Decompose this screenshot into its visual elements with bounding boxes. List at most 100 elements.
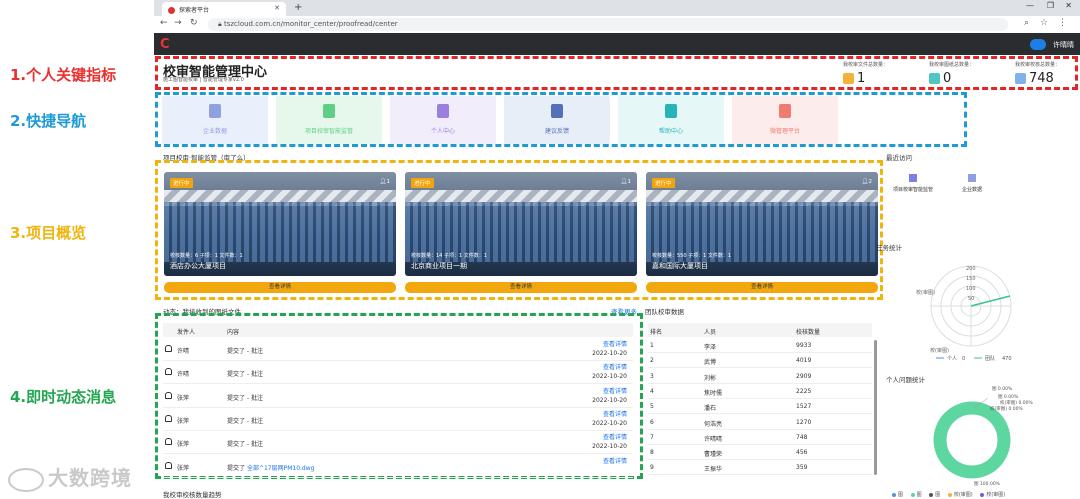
kpi-icon — [843, 73, 854, 84]
back-icon[interactable]: ← — [160, 18, 168, 28]
project-name: 嘉和国际大厦项目 — [652, 262, 708, 270]
nav-card[interactable]: 帮助中心 — [618, 96, 724, 144]
menu-icon[interactable]: ⋮ — [1058, 18, 1067, 28]
legend-team: 团队 — [985, 355, 995, 362]
nav-card[interactable]: 个人中心 — [390, 96, 496, 144]
team-scrollbar[interactable] — [874, 340, 877, 475]
kpi-label: 我校审图纸总数量： — [929, 62, 975, 68]
team-count: 359 — [796, 464, 808, 472]
monitor-icon — [909, 174, 917, 182]
team-rank: 9 — [650, 464, 654, 472]
feed-sender: 张萍 — [177, 441, 190, 449]
feed-detail-link[interactable]: 查看详情 — [603, 432, 627, 441]
kpi-item: 我校审校核总数量： 748 — [1015, 61, 1080, 86]
feed-date: 2022-10-20 — [592, 350, 627, 357]
radar-tick: 200 — [966, 266, 976, 272]
annotation-projects: 3.项目概览 — [10, 224, 87, 242]
view-details-button[interactable]: 查看详情 — [164, 282, 396, 293]
feed-detail-link[interactable]: 查看详情 — [603, 339, 627, 348]
team-person: 许晴晴 — [704, 435, 723, 443]
feed-content: 提交了 - 批注 — [227, 394, 263, 402]
view-details-button[interactable]: 查看详情 — [646, 282, 878, 293]
bell-icon — [165, 461, 172, 469]
watermark-logo-icon — [8, 467, 44, 492]
feed-sender: 张萍 — [177, 394, 190, 402]
close-window-icon[interactable]: ✕ — [1065, 1, 1072, 10]
user-name[interactable]: 许晴晴 — [1053, 40, 1074, 50]
feed-row: 张萍 提交了 - 批注 查看详情 2022-10-20 — [163, 431, 633, 455]
team-person: 潘石 — [704, 405, 717, 413]
nav-card-icon — [551, 104, 563, 118]
donut-ring — [933, 401, 1011, 479]
building-icon — [968, 174, 976, 182]
browser-tab[interactable]: 探索者平台 ✕ — [162, 2, 286, 16]
nav-card[interactable]: 项目校审智能监管 — [276, 96, 382, 144]
project-card[interactable]: 进行中 👤︎1 校核数量：14 子项：1 文件数：1 北京商业项目一期 — [405, 172, 637, 276]
feed-date: 2022-10-20 — [592, 443, 627, 451]
team-count: 1270 — [796, 418, 812, 426]
legend-dot — [980, 492, 985, 497]
recent-item-enterprise[interactable]: 企业数据 — [962, 174, 982, 193]
kpi-item: 我校审图纸总数量： 0 — [929, 61, 1029, 86]
donut-label: 图 100.00% — [974, 481, 1001, 487]
status-badge: 进行中 — [170, 178, 193, 188]
radar-tick: 100 — [966, 286, 976, 292]
view-details-button[interactable]: 查看详情 — [405, 282, 637, 293]
url-bar[interactable]: 🔒︎ tszcloud.com.cn/monitor_center/proofr… — [208, 18, 1008, 31]
project-stats: 校核数量：14 子项：1 文件数：1 — [411, 253, 487, 259]
recent-item-supervision[interactable]: 项目校审智能监管 — [893, 174, 933, 193]
team-row: 7 许晴晴 748 — [648, 430, 872, 445]
nav-card-icon — [323, 104, 335, 118]
team-person: 刘彬 — [704, 374, 717, 382]
star-icon[interactable]: ☆ — [1040, 18, 1048, 28]
close-tab-icon[interactable]: ✕ — [274, 4, 280, 12]
feed-detail-link[interactable]: 查看详情 — [603, 386, 627, 395]
team-person: 李泽 — [704, 344, 717, 351]
user-icon: 👤︎ — [620, 179, 628, 185]
legend-team-value: 470 — [1002, 356, 1012, 362]
team-rank: 8 — [650, 449, 654, 457]
team-row: 9 王振华 359 — [648, 460, 872, 476]
team-table-header: 排名 人员 校核数量 — [648, 323, 872, 337]
nav-card-label: 项目校审智能监管 — [304, 128, 353, 135]
feed-detail-link[interactable]: 查看详情 — [603, 456, 627, 465]
nav-card[interactable]: 建议反馈 — [504, 96, 610, 144]
reload-icon[interactable]: ↻ — [190, 18, 198, 28]
team-row: 1 李泽 9933 — [648, 338, 872, 353]
user-avatar[interactable] — [1030, 39, 1046, 50]
team-person: 何浩亮 — [704, 420, 723, 428]
zoom-icon[interactable]: ⌕ — [1024, 18, 1029, 28]
team-rank: 5 — [650, 403, 654, 411]
nav-card-label: 帮助中心 — [658, 128, 683, 135]
minimize-icon[interactable]: — — [1026, 1, 1034, 10]
file-link[interactable]: 全部^17层网PM10.dwg — [247, 465, 315, 472]
team-count: 1527 — [796, 403, 812, 411]
project-stats: 校核数量：6 子项：1 文件数：1 — [170, 253, 243, 259]
feed-sender: 许晴 — [177, 371, 190, 379]
maximize-icon[interactable]: ❐ — [1047, 1, 1054, 10]
legend-personal-value: 0 — [962, 356, 965, 362]
bell-icon — [165, 438, 172, 446]
project-card[interactable]: 进行中 👤︎1 校核数量：6 子项：1 文件数：1 酒店办公大厦项目 — [164, 172, 396, 276]
feed-row: 张萍 提交了 全部^17层网PM10.dwg 查看详情 — [163, 455, 633, 478]
nav-card[interactable]: 微管理平台 — [732, 96, 838, 144]
forward-icon[interactable]: → — [174, 18, 182, 28]
nav-card[interactable]: 企业数据 — [162, 96, 268, 144]
team-row: 8 曹瑾荣 456 — [648, 445, 872, 461]
project-card[interactable]: 进行中 👤︎2 校核数量：550 子项：1 文件数：1 嘉和国际大厦项目 — [646, 172, 878, 276]
team-person: 曹瑾荣 — [704, 451, 723, 459]
team-col-count: 校核数量 — [796, 329, 821, 336]
feed-col-content: 内容 — [227, 329, 240, 336]
feed-date: 2022-10-20 — [592, 419, 627, 427]
annotation-column: 1.个人关键指标 2.快捷导航 3.项目概览 4.即时动态消息 大数跨境 — [0, 0, 154, 499]
new-tab-button[interactable]: + — [294, 2, 302, 13]
nav-card-icon — [437, 104, 449, 118]
feed-date: 2022-10-20 — [592, 373, 627, 381]
team-row: 5 潘石 1527 — [648, 399, 872, 415]
browser-chrome: 探索者平台 ✕ + — ❐ ✕ ← → ↻ 🔒︎ tszcloud.com.cn… — [154, 0, 1080, 33]
feed-detail-link[interactable]: 查看详情 — [603, 362, 627, 371]
task-stats-radar: 200 150 100 50 校(审图) 校(审图) 个人 0 团队 470 — [916, 265, 1012, 362]
kpi-value: 748 — [1029, 71, 1054, 86]
feed-detail-link[interactable]: 查看详情 — [603, 409, 627, 418]
team-title: 团队校审数据 — [645, 308, 684, 316]
